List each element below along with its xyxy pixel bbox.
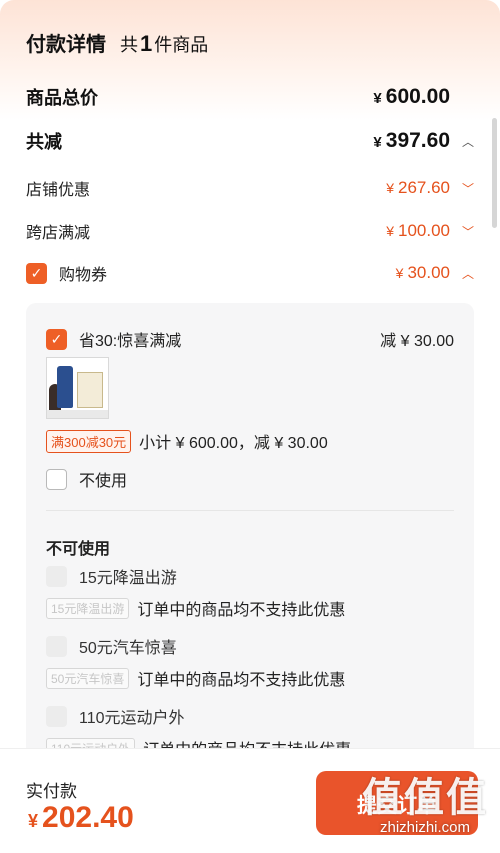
voucher-amount: ¥30.00 xyxy=(395,263,450,282)
disabled-checkbox xyxy=(46,705,67,727)
unusable-coupon-reason: 订单中的商品均不支持此优惠 xyxy=(137,672,346,689)
unusable-coupon-reason-line: 15元降温出游 订单中的商品均不支持此优惠 xyxy=(46,596,345,620)
total-price-label: 商品总价 xyxy=(26,88,98,108)
disabled-checkbox xyxy=(46,635,67,657)
store-discount-label: 店铺优惠 xyxy=(26,182,91,199)
selected-coupon-discount: 减 ¥ 30.00 xyxy=(380,333,454,350)
total-price-amount: ¥600.00 xyxy=(373,85,450,108)
watermark-logo: 值值值 zhizhizhi.com xyxy=(362,776,488,836)
cross-store-label: 跨店满减 xyxy=(26,225,91,242)
coupon-panel: ✓ 省30:惊喜满减 减 ¥ 30.00 满300减30元 小计 ¥ 600.0… xyxy=(26,303,474,763)
voucher-row[interactable]: ✓ 购物券 ¥30.00 ︿ xyxy=(26,261,474,285)
unusable-coupon: 50元汽车惊喜 xyxy=(46,634,177,658)
unusable-coupon-name: 15元降温出游 xyxy=(79,570,177,587)
page-title: 付款详情 xyxy=(26,34,106,56)
disabled-checkbox xyxy=(46,565,67,587)
cross-store-amount: ¥100.00 xyxy=(386,221,450,240)
selected-coupon-name: 省30:惊喜满减 xyxy=(79,333,182,350)
chevron-up-icon[interactable]: ︿ xyxy=(456,265,474,282)
pay-amount: ¥202.40 xyxy=(28,801,134,834)
chevron-up-icon[interactable]: ︿ xyxy=(456,133,474,150)
total-reduce-label: 共减 xyxy=(26,132,62,152)
unusable-coupon-reason: 订单中的商品均不支持此优惠 xyxy=(137,602,346,619)
coupon-subtotal-line: 满300减30元 小计 ¥ 600.00，减 ¥ 30.00 xyxy=(46,429,328,453)
unusable-coupon: 110元运动户外 xyxy=(46,704,185,728)
unusable-coupon-tag: 50元汽车惊喜 xyxy=(46,667,130,689)
selected-coupon[interactable]: ✓ 省30:惊喜满减 减 ¥ 30.00 xyxy=(46,327,454,351)
chevron-down-icon[interactable]: ﹀ xyxy=(456,180,474,197)
unusable-coupon-tag: 15元降温出游 xyxy=(46,597,130,619)
selected-coupon-checkbox[interactable]: ✓ xyxy=(46,328,67,350)
voucher-label: 购物券 xyxy=(59,267,108,284)
no-use-label: 不使用 xyxy=(79,473,128,490)
unusable-coupon-name: 110元运动户外 xyxy=(79,710,185,727)
unusable-coupon: 15元降温出游 xyxy=(46,564,177,588)
total-price-row: 商品总价 ¥600.00 xyxy=(26,84,474,110)
coupon-subtotal: 小计 ¥ 600.00，减 ¥ 30.00 xyxy=(139,435,328,452)
unusable-title: 不可使用 xyxy=(46,541,111,558)
no-use-option[interactable]: 不使用 xyxy=(46,467,127,491)
store-discount-row[interactable]: 店铺优惠 ¥267.60 ﹀ xyxy=(26,176,474,200)
scrollbar[interactable] xyxy=(492,118,497,228)
item-count: 共1 件商品 xyxy=(120,31,209,56)
payment-detail-title: 付款详情 共1 件商品 xyxy=(26,28,208,57)
store-discount-amount: ¥267.60 xyxy=(386,178,450,197)
unusable-coupon-reason-line: 50元汽车惊喜 订单中的商品均不支持此优惠 xyxy=(46,666,345,690)
unusable-coupon-name: 50元汽车惊喜 xyxy=(79,640,177,657)
total-reduce-amount: ¥397.60 xyxy=(373,129,450,152)
voucher-checkbox[interactable]: ✓ xyxy=(26,262,47,284)
cross-store-row[interactable]: 跨店满减 ¥100.00 ﹀ xyxy=(26,219,474,243)
no-use-checkbox[interactable] xyxy=(46,468,67,490)
pay-label: 实付款 xyxy=(26,782,77,801)
total-reduce-row[interactable]: 共减 ¥397.60 ︿ xyxy=(26,128,474,154)
product-thumbnail xyxy=(46,357,109,419)
coupon-threshold-tag: 满300减30元 xyxy=(46,429,132,453)
divider xyxy=(46,510,454,511)
chevron-down-icon[interactable]: ﹀ xyxy=(456,223,474,240)
